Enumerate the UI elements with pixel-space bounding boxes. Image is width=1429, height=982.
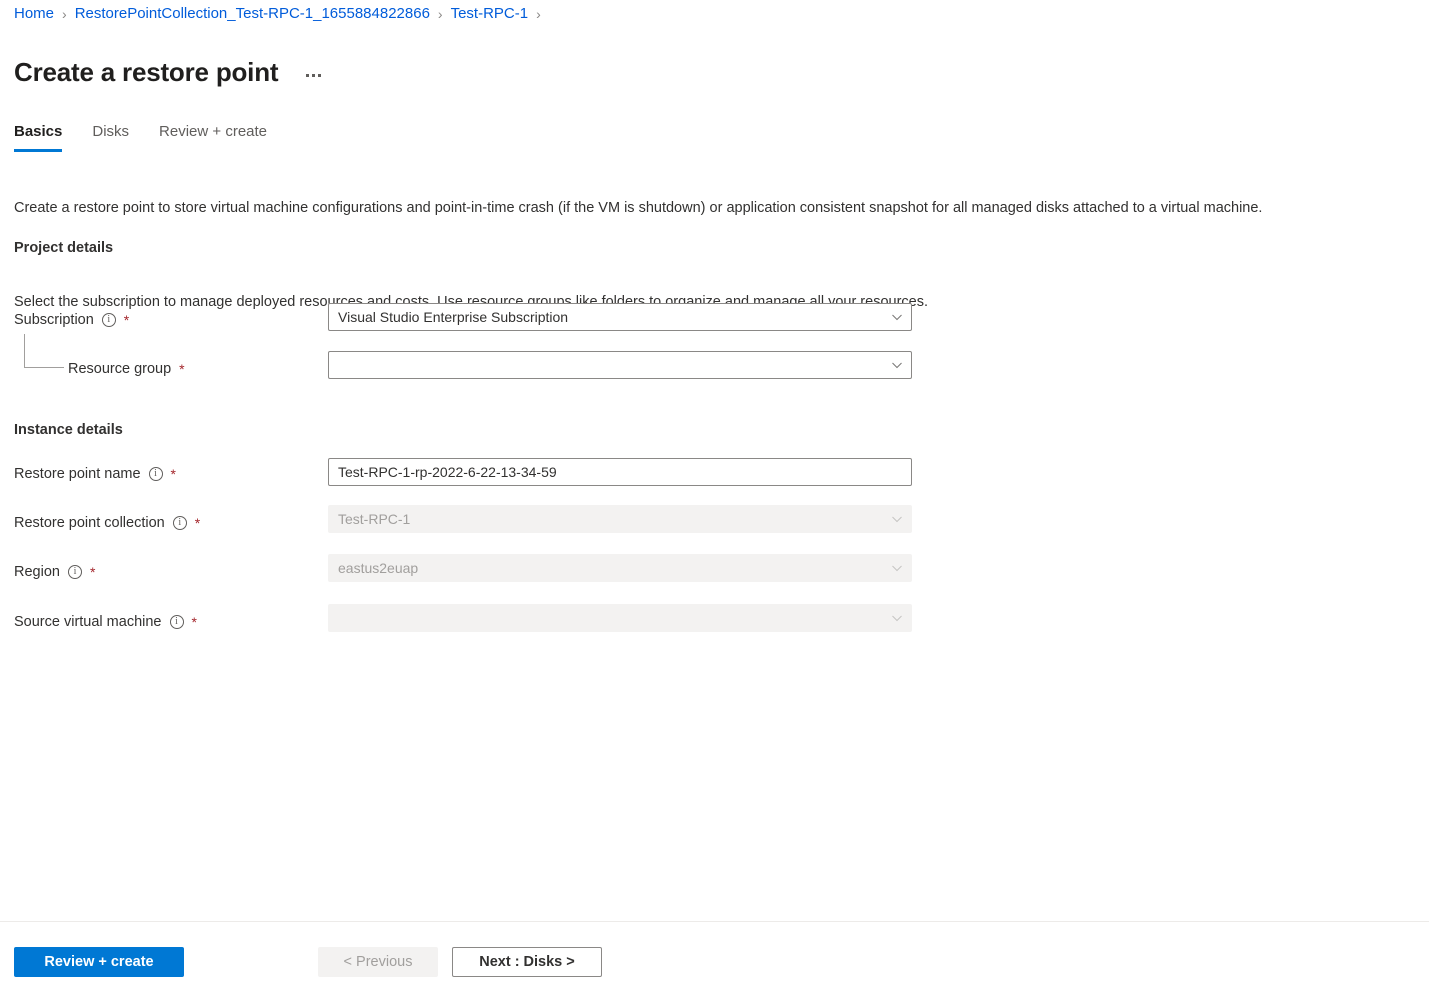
wizard-footer: Review + create < Previous Next : Disks …: [14, 947, 602, 977]
label-text: Subscription: [14, 312, 94, 328]
subscription-dropdown[interactable]: Visual Studio Enterprise Subscription: [328, 303, 912, 331]
required-asterisk: *: [124, 312, 129, 328]
wizard-tabs: Basics Disks Review + create: [14, 122, 267, 152]
restore-point-name-input[interactable]: Test-RPC-1-rp-2022-6-22-13-34-59: [328, 458, 912, 486]
footer-divider: [0, 921, 1429, 922]
chevron-down-icon: [891, 311, 903, 323]
restore-point-collection-dropdown: Test-RPC-1: [328, 505, 912, 533]
chevron-down-icon: [891, 359, 903, 371]
resource-group-dropdown[interactable]: [328, 351, 912, 379]
page-header: Create a restore point: [14, 38, 325, 107]
breadcrumb-separator-icon: ›: [536, 4, 541, 24]
dot: [306, 74, 309, 77]
page-description: Create a restore point to store virtual …: [14, 198, 1262, 219]
field-label-source-virtual-machine: Source virtual machine i *: [14, 610, 197, 634]
label-text: Source virtual machine: [14, 614, 162, 630]
chevron-down-icon: [891, 612, 903, 624]
info-icon[interactable]: i: [68, 565, 82, 579]
breadcrumb-item-restore-point-collection[interactable]: RestorePointCollection_Test-RPC-1_165588…: [75, 4, 430, 24]
region-value: eastus2euap: [338, 560, 885, 576]
restore-point-collection-value: Test-RPC-1: [338, 511, 885, 527]
hierarchy-connector: [24, 334, 64, 368]
subscription-value: Visual Studio Enterprise Subscription: [338, 309, 885, 325]
breadcrumb-separator-icon: ›: [438, 4, 443, 24]
breadcrumb: Home › RestorePointCollection_Test-RPC-1…: [14, 4, 549, 24]
section-heading-project-details: Project details: [14, 240, 113, 256]
info-icon[interactable]: i: [102, 313, 116, 327]
more-options-icon[interactable]: [302, 70, 325, 81]
previous-button: < Previous: [318, 947, 438, 977]
required-asterisk: *: [179, 361, 184, 377]
field-label-restore-point-name: Restore point name i *: [14, 462, 176, 486]
section-heading-instance-details: Instance details: [14, 422, 123, 438]
required-asterisk: *: [192, 614, 197, 630]
field-label-region: Region i *: [14, 560, 95, 584]
field-label-resource-group: Resource group *: [68, 357, 185, 381]
tab-disks[interactable]: Disks: [92, 122, 129, 152]
create-restore-point-page: Home › RestorePointCollection_Test-RPC-1…: [0, 0, 1429, 982]
required-asterisk: *: [90, 564, 95, 580]
dot: [312, 74, 315, 77]
required-asterisk: *: [195, 515, 200, 531]
tab-basics[interactable]: Basics: [14, 122, 62, 152]
region-dropdown: eastus2euap: [328, 554, 912, 582]
breadcrumb-separator-icon: ›: [62, 4, 67, 24]
page-title: Create a restore point: [14, 55, 278, 89]
field-label-subscription: Subscription i *: [14, 308, 129, 332]
next-disks-button[interactable]: Next : Disks >: [452, 947, 602, 977]
field-label-restore-point-collection: Restore point collection i *: [14, 511, 200, 535]
label-text: Restore point name: [14, 466, 141, 482]
tab-review-create[interactable]: Review + create: [159, 122, 267, 152]
chevron-down-icon: [891, 513, 903, 525]
breadcrumb-item-test-rpc-1[interactable]: Test-RPC-1: [451, 4, 529, 24]
review-create-button[interactable]: Review + create: [14, 947, 184, 977]
source-virtual-machine-dropdown: [328, 604, 912, 632]
label-text: Restore point collection: [14, 515, 165, 531]
chevron-down-icon: [891, 562, 903, 574]
restore-point-name-value: Test-RPC-1-rp-2022-6-22-13-34-59: [338, 464, 903, 480]
label-text: Region: [14, 564, 60, 580]
required-asterisk: *: [171, 466, 176, 482]
dot: [318, 74, 321, 77]
label-text: Resource group: [68, 361, 171, 377]
breadcrumb-item-home[interactable]: Home: [14, 4, 54, 24]
info-icon[interactable]: i: [170, 615, 184, 629]
info-icon[interactable]: i: [149, 467, 163, 481]
info-icon[interactable]: i: [173, 516, 187, 530]
